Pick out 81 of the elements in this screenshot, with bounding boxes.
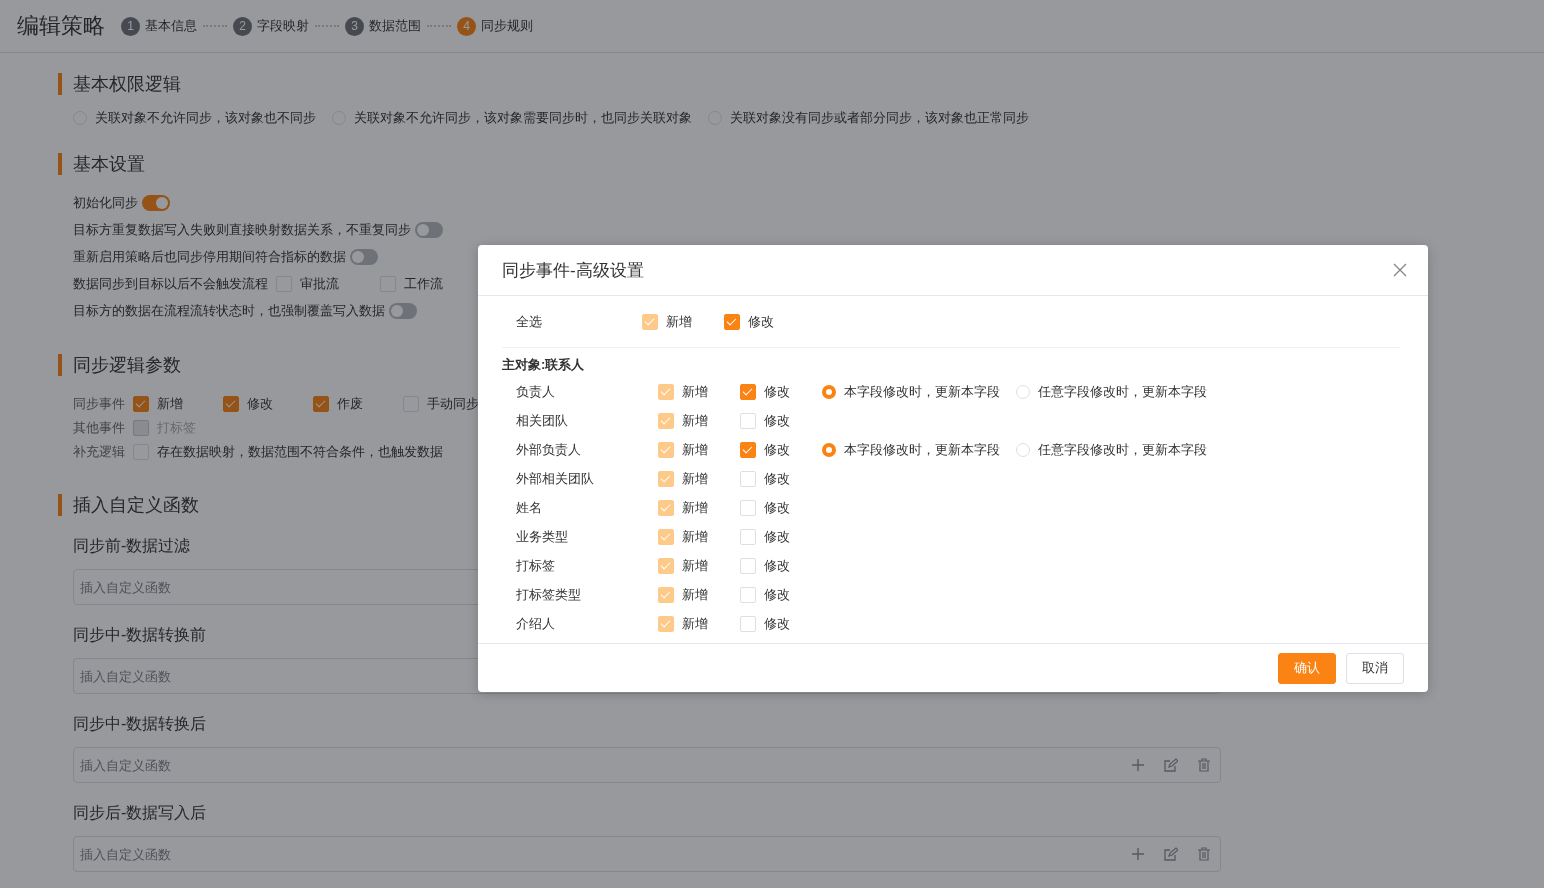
toggle-switch[interactable] xyxy=(389,302,417,319)
radio-label[interactable]: 关联对象不允许同步，该对象需要同步时，也同步关联对象 xyxy=(354,109,692,127)
checkbox-label[interactable]: 修改 xyxy=(764,440,790,459)
field-label: 同步中-数据转换前 xyxy=(73,625,207,645)
radio-label[interactable]: 任意字段修改时，更新本字段 xyxy=(1038,440,1207,459)
radio-label[interactable]: 本字段修改时，更新本字段 xyxy=(844,382,1000,401)
section-title: 基本设置 xyxy=(58,153,1544,175)
checkbox-label[interactable]: 修改 xyxy=(764,498,790,517)
checkbox-label[interactable]: 修改 xyxy=(764,527,790,546)
field-name: 打标签类型 xyxy=(515,585,582,604)
checkbox[interactable] xyxy=(740,441,756,458)
setting-label: 目标方重复数据写入失败则直接映射数据关系，不重复同步 xyxy=(73,220,411,239)
plus-icon[interactable] xyxy=(1131,847,1145,861)
radio-label[interactable]: 任意字段修改时，更新本字段 xyxy=(1038,382,1207,401)
setting-label: 重新启用策略后也同步停用期间符合指标的数据 xyxy=(73,247,346,266)
trash-icon[interactable] xyxy=(1197,847,1211,861)
radio-button[interactable] xyxy=(822,442,836,457)
checkbox[interactable] xyxy=(740,383,756,400)
checkbox-label[interactable]: 工作流 xyxy=(404,274,443,293)
checkbox[interactable] xyxy=(133,396,149,412)
field-name: 外部相关团队 xyxy=(515,469,595,488)
toggle-switch[interactable] xyxy=(350,248,378,265)
field-name: 负责人 xyxy=(515,382,556,401)
field-label: 同步中-数据转换后 xyxy=(73,714,207,734)
checkbox-label[interactable]: 修改 xyxy=(247,395,273,413)
plus-icon[interactable] xyxy=(1131,758,1145,772)
setting-label: 目标方的数据在流程流转状态时，也强制覆盖写入数据 xyxy=(73,301,385,320)
radio-label[interactable]: 关联对象不允许同步，该对象也不同步 xyxy=(95,109,316,127)
field-name: 打标签 xyxy=(515,556,556,575)
radio-button[interactable] xyxy=(822,384,836,399)
radio-label[interactable]: 关联对象没有同步或者部分同步，该对象也正常同步 xyxy=(730,109,1029,127)
step-number: 1 xyxy=(121,16,140,36)
checkbox-label[interactable]: 存在数据映射，数据范围不符合条件，也触发数据 xyxy=(157,443,443,461)
step-label[interactable]: 数据范围 xyxy=(369,17,421,35)
checkbox-label[interactable]: 新增 xyxy=(157,395,183,413)
section-title: 基本权限逻辑 xyxy=(58,73,1544,95)
checkbox-label[interactable]: 修改 xyxy=(748,312,774,331)
step-label[interactable]: 同步规则 xyxy=(481,17,533,35)
checkbox[interactable] xyxy=(223,396,239,412)
field-label: 同步后-数据写入后 xyxy=(73,803,207,823)
edit-icon[interactable] xyxy=(1164,847,1178,861)
group-title: 主对象:联系人 xyxy=(502,356,586,374)
select-all-label: 全选 xyxy=(515,312,543,331)
step-number: 2 xyxy=(233,16,252,36)
step-label[interactable]: 基本信息 xyxy=(145,17,197,35)
field-name: 介绍人 xyxy=(515,614,556,633)
checkbox-label[interactable]: 修改 xyxy=(764,469,790,488)
setting-label: 数据同步到目标以后不会触发流程 xyxy=(73,274,268,293)
step-number: 3 xyxy=(345,16,364,36)
checkbox[interactable] xyxy=(313,396,329,412)
input-field[interactable]: 插入自定义函数 xyxy=(73,836,1221,872)
dialog-title: 同步事件-高级设置 xyxy=(502,259,644,282)
radio-label[interactable]: 本字段修改时，更新本字段 xyxy=(844,440,1000,459)
toggle-switch[interactable] xyxy=(415,221,443,238)
field-name: 业务类型 xyxy=(515,527,569,546)
field-name: 外部负责人 xyxy=(515,440,582,459)
field-name: 相关团队 xyxy=(515,411,569,430)
field-name: 姓名 xyxy=(515,498,543,517)
setting-label: 初始化同步 xyxy=(73,193,138,212)
edit-icon[interactable] xyxy=(1164,758,1178,772)
checkbox-label[interactable]: 修改 xyxy=(764,585,790,604)
close-icon[interactable] xyxy=(1392,262,1408,278)
checkbox-label[interactable]: 作废 xyxy=(337,395,363,413)
checkbox-label[interactable]: 修改 xyxy=(764,614,790,633)
trash-icon[interactable] xyxy=(1197,758,1211,772)
field-label: 同步前-数据过滤 xyxy=(73,536,191,556)
checkbox[interactable] xyxy=(724,313,740,330)
checkbox-label[interactable]: 修改 xyxy=(764,382,790,401)
input-field[interactable]: 插入自定义函数 xyxy=(73,747,1221,783)
checkbox-label[interactable]: 修改 xyxy=(764,411,790,430)
checkbox-label[interactable]: 手动同步 xyxy=(427,395,479,413)
step-label[interactable]: 字段映射 xyxy=(257,17,309,35)
checkbox-label[interactable]: 审批流 xyxy=(300,274,339,293)
toggle-switch[interactable] xyxy=(142,194,170,211)
param-label: 同步事件 xyxy=(73,395,125,413)
param-label: 其他事件 xyxy=(73,419,125,437)
param-label: 补充逻辑 xyxy=(73,443,125,461)
page-title: 编辑策略 xyxy=(17,12,105,40)
checkbox-label[interactable]: 修改 xyxy=(764,556,790,575)
step-number: 4 xyxy=(457,16,476,36)
cancel-button[interactable]: 取消 xyxy=(1346,652,1404,684)
